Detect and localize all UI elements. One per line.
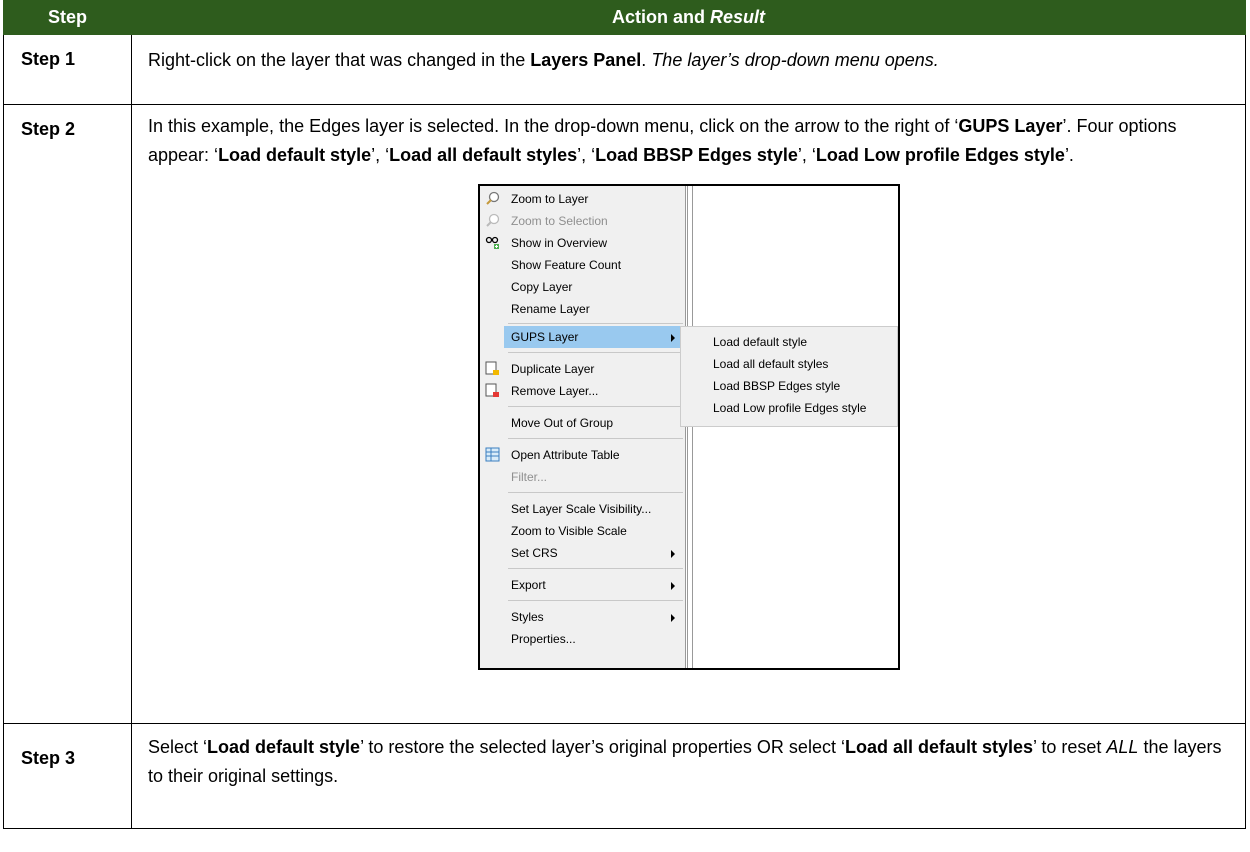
menu-separator [508,492,683,493]
action-text-segment: In this example, the Edges layer is sele… [148,116,959,136]
submenu-arrow-icon [671,614,675,622]
action-result-column-header: Action and Result [131,0,1246,35]
menu-panel-divider [687,186,693,668]
menu-item-label: Properties... [511,632,576,646]
menu-item-zoom-to-visible-scale[interactable]: Zoom to Visible Scale [480,520,685,542]
step-label: Step 1 [3,34,132,105]
action-text-segment: ’ to restore the selected layer’s origin… [360,737,845,757]
context-menu-screenshot: Zoom to Layer Zoom to Selection Show in … [478,184,900,670]
action-bold-segment: GUPS Layer [958,116,1063,136]
submenu-item-load-all-default-styles[interactable]: Load all default styles [713,353,828,375]
menu-item-export[interactable]: Export [480,574,685,596]
menu-item-label: Zoom to Selection [511,214,608,228]
menu-item-label: Move Out of Group [511,416,614,430]
menu-item-label: Zoom to Visible Scale [511,524,627,538]
menu-item-label: Show Feature Count [511,258,622,272]
action-text-segment: Right-click on the layer that was change… [148,50,531,70]
step-label: Step 3 [3,723,132,829]
menu-item-label: Set Layer Scale Visibility... [511,502,652,516]
menu-item-show-in-overview[interactable]: Show in Overview [480,232,685,254]
steps-table: Step Action and Result Step 1 Right-clic… [3,0,1246,829]
menu-separator [508,352,683,353]
action-italic-segment: ALL [1106,737,1139,757]
menu-item-set-layer-scale-visibility[interactable]: Set Layer Scale Visibility... [480,498,685,520]
action-bold-segment: Layers Panel [530,50,642,70]
table-header-row: Step Action and Result [3,0,1246,35]
zoom-magnifier-icon [486,213,500,227]
action-bold-segment: Load BBSP Edges style [595,145,798,165]
attribute-table-icon [485,447,500,462]
action-bold-segment: Load default style [218,145,372,165]
action-bold-segment: Load Low profile Edges style [815,145,1065,165]
table-row-step-1: Step 1 Right-click on the layer that was… [3,34,1246,105]
menu-separator [508,323,683,324]
menu-item-label: Rename Layer [511,302,590,316]
menu-item-label: Copy Layer [511,280,573,294]
menu-item-gups-layer[interactable]: GUPS Layer [504,326,685,348]
action-text-segment: Select ‘ [148,737,208,757]
menu-item-properties[interactable]: Properties... [480,628,685,650]
step-column-header: Step [3,0,132,35]
menu-item-set-crs[interactable]: Set CRS [480,542,685,564]
action-bold-segment: Load default style [207,737,361,757]
layer-context-menu: Zoom to Layer Zoom to Selection Show in … [480,186,686,668]
menu-item-zoom-to-selection[interactable]: Zoom to Selection [480,210,685,232]
submenu-arrow-icon [671,550,675,558]
remove-layer-icon [485,383,499,397]
menu-item-rename-layer[interactable]: Rename Layer [480,298,685,320]
table-row-step-2: Step 2 In this example, the Edges layer … [3,104,1246,724]
menu-item-label: Export [511,578,546,592]
action-text: In this example, the Edges layer is sele… [131,104,1246,724]
menu-item-styles[interactable]: Styles [480,606,685,628]
action-text-segment: ’. [1064,145,1074,165]
menu-item-copy-layer[interactable]: Copy Layer [480,276,685,298]
menu-item-label: Remove Layer... [511,384,599,398]
menu-item-label: Open Attribute Table [511,448,620,462]
action-result-segment: The layer’s drop-down menu opens. [651,50,939,70]
duplicate-layer-icon [485,361,499,375]
action-text: Right-click on the layer that was change… [131,34,1246,105]
menu-item-filter[interactable]: Filter... [480,466,685,488]
submenu-arrow-icon [671,582,675,590]
action-text-segment: ’, ‘ [577,145,596,165]
action-text-segment: ’, ‘ [797,145,816,165]
overview-glasses-icon [485,236,499,249]
submenu-item-load-low-profile-edges-style[interactable]: Load Low profile Edges style [713,397,866,419]
menu-item-label: GUPS Layer [511,330,579,344]
action-bold-segment: Load all default styles [844,737,1034,757]
menu-item-open-attribute-table[interactable]: Open Attribute Table [480,444,685,466]
menu-item-label: Show in Overview [511,236,608,250]
action-text-segment: . [641,50,652,70]
menu-item-label: Set CRS [511,546,558,560]
menu-item-remove-layer[interactable]: Remove Layer... [480,380,685,402]
submenu-item-load-default-style[interactable]: Load default style [713,331,807,353]
zoom-magnifier-icon [486,191,500,205]
menu-separator [508,568,683,569]
table-row-step-3: Step 3 Select ‘Load default style’ to re… [3,723,1246,829]
menu-item-label: Styles [511,610,544,624]
step-label: Step 2 [3,104,132,724]
action-bold-segment: Load all default styles [389,145,578,165]
action-text-segment: ’, ‘ [371,145,390,165]
action-text: Select ‘Load default style’ to restore t… [131,723,1246,829]
action-paragraph: In this example, the Edges layer is sele… [148,112,1233,170]
gups-layer-submenu: Load default style Load all default styl… [680,326,898,427]
menu-item-label: Duplicate Layer [511,362,595,376]
submenu-arrow-icon [671,334,675,342]
menu-item-label: Filter... [511,470,548,484]
menu-separator [508,406,683,407]
action-text-segment: ’ to reset [1033,737,1107,757]
menu-item-zoom-to-layer[interactable]: Zoom to Layer [480,188,685,210]
menu-separator [508,438,683,439]
menu-item-label: Zoom to Layer [511,192,589,206]
action-header-text: Action and [611,7,710,27]
result-header-text: Result [709,7,765,27]
submenu-item-load-bbsp-edges-style[interactable]: Load BBSP Edges style [713,375,840,397]
menu-item-show-feature-count[interactable]: Show Feature Count [480,254,685,276]
menu-item-duplicate-layer[interactable]: Duplicate Layer [480,358,685,380]
menu-item-move-out-of-group[interactable]: Move Out of Group [480,412,685,434]
menu-separator [508,600,683,601]
